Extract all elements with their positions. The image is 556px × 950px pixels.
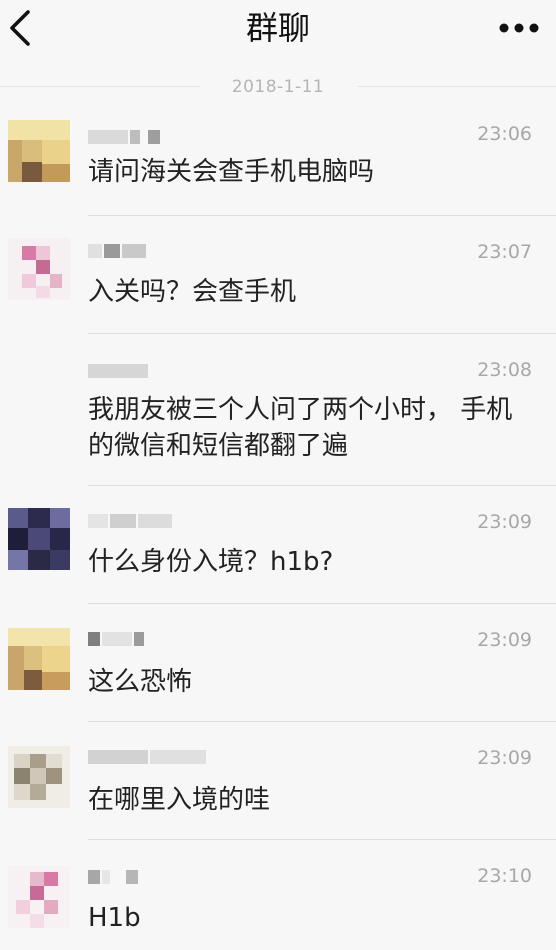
message-text: 请问海关会查手机电脑吗 bbox=[88, 157, 375, 187]
message-item[interactable]: 23:09 什么身份入境？h1b? bbox=[0, 486, 556, 604]
message-text: 在哪里入境的哇 bbox=[88, 785, 271, 815]
message-time: 23:07 bbox=[477, 241, 532, 263]
sender-name bbox=[88, 130, 162, 148]
nav-bar: 群聊 bbox=[0, 0, 556, 62]
message-time: 23:08 bbox=[477, 359, 532, 381]
message-time: 23:09 bbox=[477, 747, 532, 769]
message-time: 23:09 bbox=[477, 629, 532, 651]
message-item[interactable]: 23:09 在哪里入境的哇 bbox=[0, 722, 556, 840]
message-time: 23:06 bbox=[477, 123, 532, 145]
message-text: 这么恐怖 bbox=[88, 667, 193, 697]
message-time: 23:09 bbox=[477, 511, 532, 533]
sender-name bbox=[88, 750, 208, 768]
avatar[interactable] bbox=[8, 120, 70, 182]
sender-name bbox=[88, 514, 174, 532]
message-text: 入关吗？会查手机 bbox=[88, 277, 297, 307]
message-item[interactable]: 23:08 我朋友被三个人问了两个小时， 手机的微信和短信都翻了遍 bbox=[0, 334, 556, 486]
message-item[interactable]: 23:07 入关吗？会查手机 bbox=[0, 216, 556, 334]
avatar[interactable] bbox=[8, 628, 70, 690]
sender-name bbox=[88, 870, 140, 888]
avatar[interactable] bbox=[8, 746, 70, 808]
avatar[interactable] bbox=[8, 866, 70, 928]
message-text: 我朋友被三个人问了两个小时， 手机的微信和短信都翻了遍 bbox=[88, 395, 513, 461]
date-label: 2018-1-11 bbox=[231, 77, 325, 97]
date-separator: 2018-1-11 bbox=[0, 72, 556, 102]
avatar[interactable] bbox=[8, 238, 70, 300]
message-item[interactable]: 23:10 H1b bbox=[0, 840, 556, 950]
sender-name bbox=[88, 632, 146, 650]
more-button[interactable] bbox=[498, 18, 542, 38]
sender-name bbox=[88, 364, 150, 382]
more-dots-icon bbox=[499, 23, 539, 33]
page-title: 群聊 bbox=[245, 9, 310, 47]
sender-name bbox=[88, 244, 148, 262]
avatar[interactable] bbox=[8, 508, 70, 570]
message-text: H1b bbox=[88, 903, 141, 933]
message-text: 什么身份入境？h1b? bbox=[88, 547, 334, 577]
message-time: 23:10 bbox=[477, 865, 532, 887]
message-item[interactable]: 23:06 请问海关会查手机电脑吗 bbox=[0, 108, 556, 216]
chat-screen: 群聊 2018-1-11 23:06 请问海关会查手机电脑吗 23:07 入关吗… bbox=[0, 0, 556, 950]
message-item[interactable]: 23:09 这么恐怖 bbox=[0, 604, 556, 722]
